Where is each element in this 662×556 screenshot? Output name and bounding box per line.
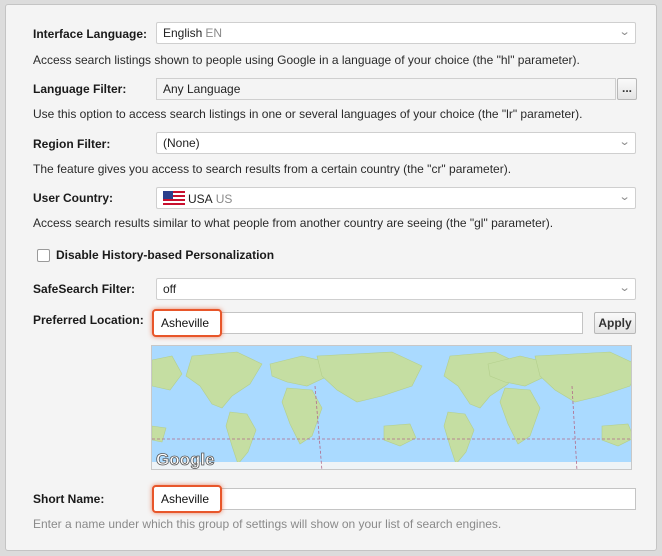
chevron-down-icon: ⌄ <box>618 136 631 148</box>
world-map[interactable]: Google <box>151 345 632 470</box>
region-filter-select[interactable]: (None) ⌄ <box>156 132 636 154</box>
region-filter-description: The feature gives you access to search r… <box>33 162 512 176</box>
interface-language-code: EN <box>205 26 223 40</box>
us-flag-icon <box>163 191 185 205</box>
preferred-location-input[interactable]: Asheville <box>152 309 222 337</box>
chevron-down-icon: ⌄ <box>618 282 631 294</box>
user-country-value: USA <box>188 192 213 206</box>
chevron-down-icon: ⌄ <box>618 26 631 38</box>
interface-language-description: Access search listings shown to people u… <box>33 53 580 67</box>
interface-language-label: Interface Language: <box>33 27 148 41</box>
world-map-graphic: Google <box>152 346 631 469</box>
interface-language-select[interactable]: English EN ⌄ <box>156 22 636 44</box>
language-filter-browse-button[interactable]: ... <box>617 78 637 100</box>
language-filter-label: Language Filter: <box>33 82 127 96</box>
history-personalization-label[interactable]: Disable History-based Personalization <box>56 248 274 262</box>
short-name-input[interactable]: Asheville <box>152 485 222 513</box>
short-name-input-frame[interactable] <box>156 488 636 510</box>
user-country-select[interactable]: USA US ⌄ <box>156 187 636 209</box>
short-name-label: Short Name: <box>33 492 105 506</box>
safesearch-label: SafeSearch Filter: <box>33 282 136 296</box>
interface-language-value: English <box>163 26 203 40</box>
user-country-code: US <box>215 192 233 206</box>
region-filter-value: (None) <box>163 136 200 150</box>
google-logo: Google <box>156 450 215 469</box>
preferred-location-label: Preferred Location: <box>33 313 144 327</box>
region-filter-label: Region Filter: <box>33 137 111 151</box>
language-filter-description: Use this option to access search listing… <box>33 107 583 121</box>
language-filter-field[interactable]: Any Language <box>156 78 616 100</box>
safesearch-select[interactable]: off ⌄ <box>156 278 636 300</box>
chevron-down-icon: ⌄ <box>618 191 631 203</box>
safesearch-value: off <box>163 282 177 296</box>
user-country-description: Access search results similar to what pe… <box>33 216 554 230</box>
short-name-description: Enter a name under which this group of s… <box>33 517 502 531</box>
user-country-label: User Country: <box>33 191 114 205</box>
history-personalization-checkbox[interactable] <box>37 249 50 262</box>
apply-button[interactable]: Apply <box>594 312 636 334</box>
